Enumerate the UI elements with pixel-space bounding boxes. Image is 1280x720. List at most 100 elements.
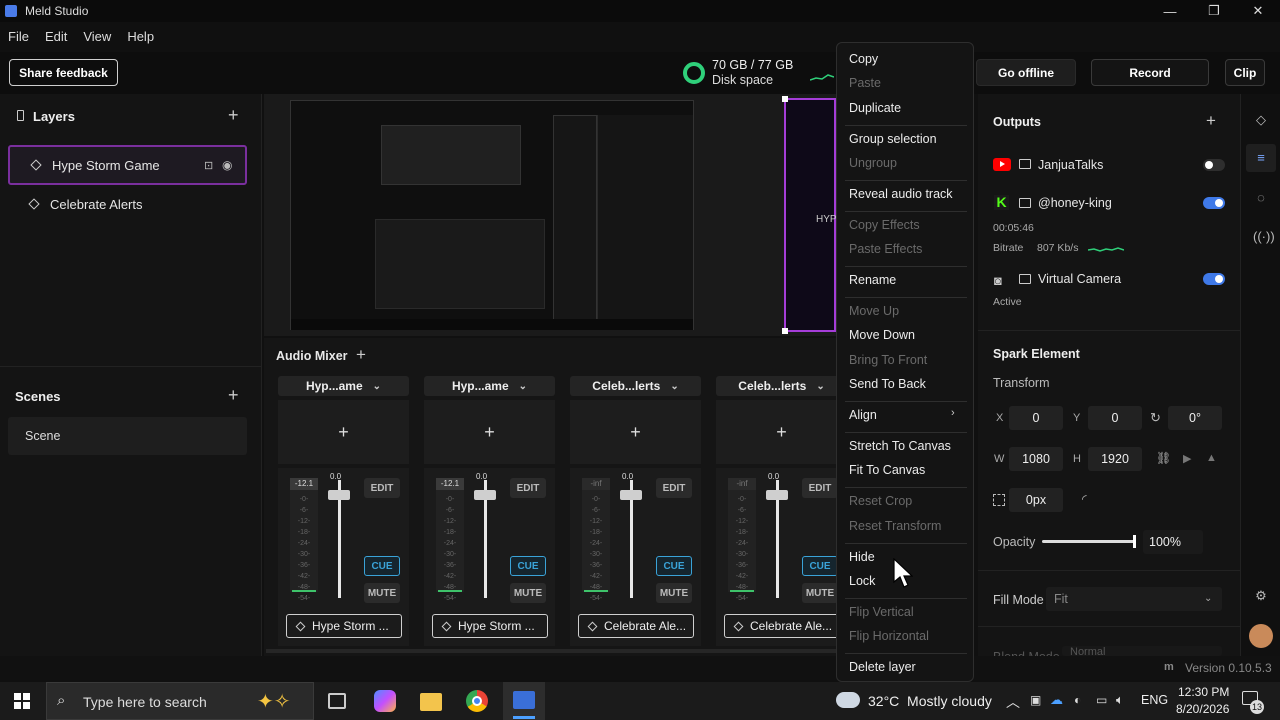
add-audio-button[interactable]: + [356,345,366,365]
menu-item-move-up[interactable]: Move Up [849,304,899,318]
cue-button[interactable]: CUE [510,556,546,576]
volume-fader-handle[interactable] [620,490,642,500]
clock-time[interactable]: 12:30 PM [1178,685,1229,699]
task-view-icon[interactable] [328,693,346,709]
menu-edit[interactable]: Edit [37,26,75,48]
edit-audio-button[interactable]: EDIT [656,478,692,498]
chrome-icon[interactable] [466,690,488,712]
add-scene-button[interactable]: + [228,386,239,404]
onedrive-cloud-icon[interactable]: ☁ [1050,692,1063,708]
scene-item[interactable]: Scene [8,417,247,455]
audio-strip-header[interactable]: Celeb...lerts ⌄ [570,376,701,396]
share-feedback-button[interactable]: Share feedback [9,59,118,86]
taskbar-meld-active[interactable] [503,682,545,720]
audio-strip-header[interactable]: Hyp...ame ⌄ [424,376,555,396]
volume-fader-handle[interactable] [328,490,350,500]
audio-source-button[interactable]: Hype Storm ... [432,614,548,638]
corner-style-icon[interactable]: ◜ [1082,492,1087,506]
edit-audio-button[interactable]: EDIT [364,478,400,498]
battery-icon[interactable]: ▭ [1096,693,1107,707]
x-field[interactable]: 0 [1009,406,1063,430]
language-indicator[interactable]: ENG [1141,693,1168,707]
menu-item-flip-vertical[interactable]: Flip Vertical [849,605,914,619]
layer-item-hype-storm-game[interactable]: Hype Storm Game ⊡ ◉ [8,145,247,185]
opacity-slider[interactable] [1042,535,1136,548]
link-icon[interactable]: ⛓ [1156,451,1171,465]
restore-button[interactable]: ❐ [1192,0,1236,22]
audio-source-button[interactable]: Celebrate Ale... [578,614,694,638]
fill-mode-select[interactable]: Fit ⌄ [1046,587,1222,611]
mute-button[interactable]: MUTE [510,583,546,603]
menu-item-rename[interactable]: Rename [849,273,896,287]
visibility-eye-icon[interactable]: ◉ [222,158,232,172]
menu-item-duplicate[interactable]: Duplicate [849,101,901,115]
copilot-icon[interactable] [374,690,396,712]
menu-item-paste-effects[interactable]: Paste Effects [849,242,922,256]
add-audio-filter-button[interactable]: + [570,400,701,464]
menu-item-paste[interactable]: Paste [849,76,881,90]
close-button[interactable]: ✕ [1236,0,1280,22]
width-field[interactable]: 1080 [1009,447,1063,471]
cue-button[interactable]: CUE [364,556,400,576]
menu-item-reset-transform[interactable]: Reset Transform [849,519,941,533]
opacity-slider-handle[interactable] [1133,535,1136,548]
audio-strip-header[interactable]: Hyp...ame ⌄ [278,376,409,396]
taskbar-search-box[interactable]: ⌕ Type here to search ✦✧ [46,682,314,720]
weather-text[interactable]: 32°C Mostly cloudy [868,693,992,709]
menu-item-send-to-back[interactable]: Send To Back [849,377,926,391]
menu-item-reset-crop[interactable]: Reset Crop [849,494,912,508]
menu-item-copy[interactable]: Copy [849,52,878,66]
menu-item-stretch-to-canvas[interactable]: Stretch To Canvas [849,439,951,453]
flip-horizontal-icon[interactable]: ▶ [1183,452,1191,465]
cue-button[interactable]: CUE [802,556,838,576]
minimize-button[interactable]: — [1148,0,1192,22]
audio-source-button[interactable]: Celebrate Ale... [724,614,840,638]
output-kick-toggle[interactable] [1203,197,1225,209]
volume-fader-handle[interactable] [474,490,496,500]
menu-item-reveal-audio-track[interactable]: Reveal audio track [849,187,953,201]
menu-item-flip-horizontal[interactable]: Flip Horizontal [849,629,929,643]
menu-item-fit-to-canvas[interactable]: Fit To Canvas [849,463,925,477]
sliders-icon[interactable]: ≡ [1253,150,1269,166]
network-icon[interactable]: ◐ [1074,693,1081,707]
tray-meet-icon[interactable]: ▣ [1030,693,1041,707]
volume-icon[interactable]: 🔈︎ [1116,692,1124,708]
menu-help[interactable]: Help [119,26,162,48]
record-button[interactable]: Record [1091,59,1209,86]
mute-button[interactable]: MUTE [364,583,400,603]
diamond-properties-icon[interactable]: ◇ [1253,112,1269,128]
mixer-scrollbar[interactable] [266,649,836,653]
audio-strip-header[interactable]: Celeb...lerts ⌄ [716,376,847,396]
audio-source-button[interactable]: Hype Storm ... [286,614,402,638]
mute-button[interactable]: MUTE [802,583,838,603]
add-audio-filter-button[interactable]: + [716,400,847,464]
clip-button[interactable]: Clip [1225,59,1265,86]
edit-audio-button[interactable]: EDIT [802,478,838,498]
chat-bubble-icon[interactable]: ◌ [1253,190,1269,206]
add-output-button[interactable]: + [1206,111,1216,131]
broadcast-icon[interactable]: ((·)) [1253,229,1275,245]
rotation-field[interactable]: 0° [1168,406,1222,430]
corner-radius-field[interactable]: 0px [1009,488,1063,512]
add-audio-filter-button[interactable]: + [278,400,409,464]
user-avatar[interactable] [1249,624,1273,648]
menu-item-move-down[interactable]: Move Down [849,328,915,342]
add-layer-button[interactable]: + [228,106,239,124]
file-explorer-icon[interactable] [420,693,442,711]
menu-item-align[interactable]: Align [849,408,877,422]
layer-item-celebrate-alerts[interactable]: Celebrate Alerts [8,184,247,224]
menu-item-delete-layer[interactable]: Delete layer [849,660,916,674]
menu-item-lock[interactable]: Lock [849,574,875,588]
preview-canvas[interactable]: HYP [264,94,837,336]
menu-item-group-selection[interactable]: Group selection [849,132,937,146]
menu-view[interactable]: View [75,26,119,48]
go-offline-button[interactable]: Go offline [976,59,1076,86]
menu-item-hide[interactable]: Hide [849,550,875,564]
unlock-icon[interactable]: ⊡ [204,159,213,172]
output-youtube-toggle[interactable] [1203,159,1225,171]
flip-vertical-icon[interactable]: ▲ [1206,452,1217,464]
mute-button[interactable]: MUTE [656,583,692,603]
chevron-up-icon[interactable]: ︿ [1006,692,1020,712]
clock-date[interactable]: 8/20/2026 [1176,702,1229,716]
volume-fader-handle[interactable] [766,490,788,500]
